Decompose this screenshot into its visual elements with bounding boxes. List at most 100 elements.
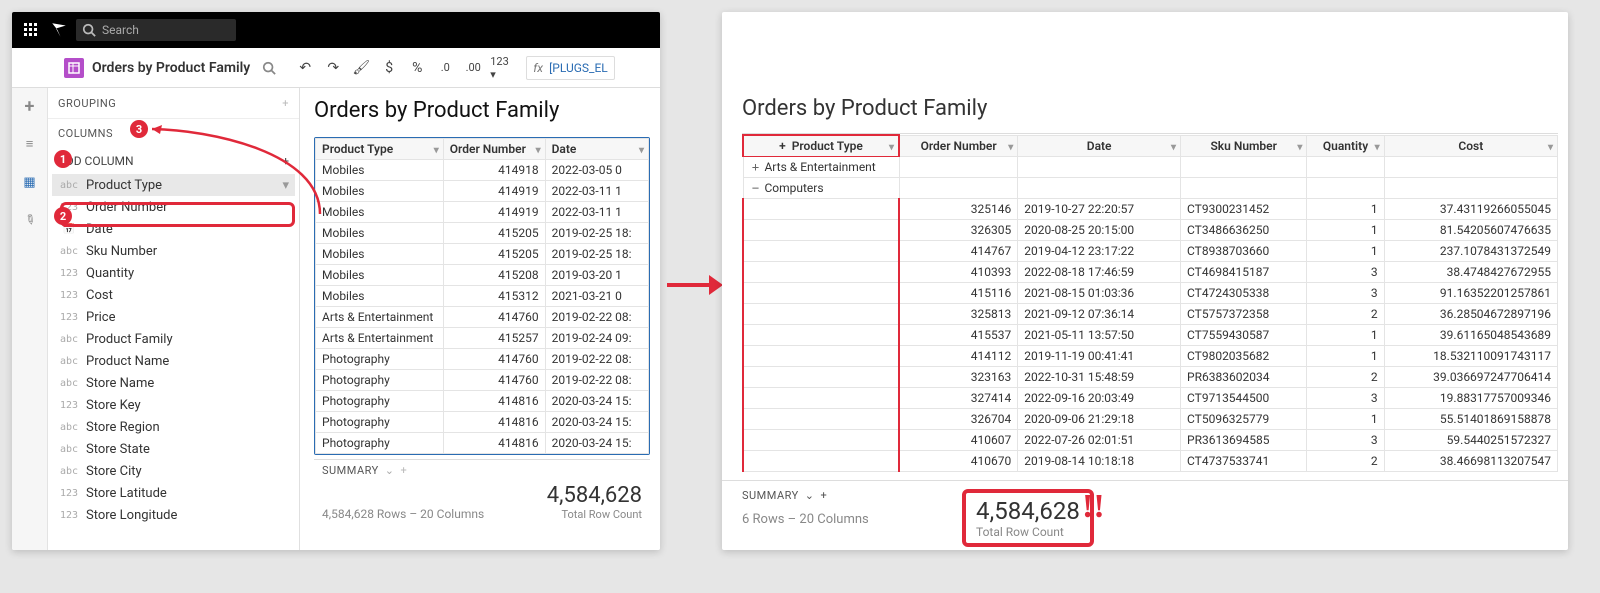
- cell[interactable]: CT7559430587: [1181, 325, 1307, 346]
- table-row[interactable]: Photography4148162020-03-24 15:: [316, 391, 649, 412]
- table-row[interactable]: 3274142022-09-16 20:03:49CT9713544500319…: [743, 388, 1558, 409]
- add-column-row[interactable]: ADD COLUMN +: [48, 148, 299, 174]
- cell[interactable]: 55.51401869158878: [1384, 409, 1557, 430]
- cell[interactable]: Mobiles: [316, 160, 444, 181]
- cell[interactable]: 18.532110091743117: [1384, 346, 1557, 367]
- percent-icon[interactable]: %: [406, 57, 428, 79]
- cell[interactable]: 1: [1307, 325, 1384, 346]
- add-grouping-icon[interactable]: +: [282, 97, 289, 110]
- cell[interactable]: 2019-02-22 08:: [545, 307, 648, 328]
- table-row[interactable]: Arts & Entertainment4147602019-02-22 08:: [316, 307, 649, 328]
- apps-grid-icon[interactable]: [20, 19, 42, 41]
- cell[interactable]: CT3486636250: [1181, 220, 1307, 241]
- cell[interactable]: 415312: [443, 286, 545, 307]
- cell[interactable]: 414112: [899, 346, 1018, 367]
- cell[interactable]: Mobiles: [316, 244, 444, 265]
- sheet-search-icon[interactable]: [258, 57, 280, 79]
- column-item[interactable]: 123Cost: [52, 284, 295, 306]
- cell[interactable]: 38.46698113207547: [1384, 451, 1557, 472]
- column-header[interactable]: Product Type▾: [316, 139, 444, 160]
- cell[interactable]: 2019-02-25 18:: [545, 223, 648, 244]
- cell[interactable]: 1: [1307, 199, 1384, 220]
- numberformat-icon[interactable]: 123 ▾: [490, 57, 512, 79]
- cell[interactable]: 415537: [899, 325, 1018, 346]
- table-row[interactable]: Mobiles4149192022-03-11 1: [316, 202, 649, 223]
- add-summary-icon[interactable]: +: [401, 464, 408, 477]
- table-row[interactable]: Photography4148162020-03-24 15:: [316, 412, 649, 433]
- column-item[interactable]: abcProduct Family: [52, 328, 295, 350]
- cell[interactable]: 327414: [899, 388, 1018, 409]
- cell[interactable]: CT9300231452: [1181, 199, 1307, 220]
- cell[interactable]: 2020-03-24 15:: [545, 433, 648, 454]
- column-item[interactable]: abcStore City: [52, 460, 295, 482]
- pin-icon[interactable]: ✎: [16, 206, 44, 234]
- cell[interactable]: CT5757372358: [1181, 304, 1307, 325]
- column-item[interactable]: 123Quantity: [52, 262, 295, 284]
- column-header[interactable]: Sku Number▾: [1181, 135, 1307, 157]
- undo-icon[interactable]: ↶: [294, 57, 316, 79]
- global-search[interactable]: Search: [76, 19, 236, 41]
- cell[interactable]: 2020-09-06 21:29:18: [1018, 409, 1181, 430]
- cell[interactable]: 3: [1307, 283, 1384, 304]
- cell[interactable]: Photography: [316, 349, 444, 370]
- table-row[interactable]: 4106072022-07-26 02:01:51PR3613694585359…: [743, 430, 1558, 451]
- cell[interactable]: 415205: [443, 244, 545, 265]
- cell[interactable]: 81.54205607476635: [1384, 220, 1557, 241]
- cell[interactable]: 39.036697247706414: [1384, 367, 1557, 388]
- dec-decimals-icon[interactable]: .0: [434, 57, 456, 79]
- table-row[interactable]: 4141122019-11-19 00:41:41CT9802035682118…: [743, 346, 1558, 367]
- cell[interactable]: 325146: [899, 199, 1018, 220]
- table-row[interactable]: Arts & Entertainment4152572019-02-24 09:: [316, 328, 649, 349]
- cell[interactable]: 415116: [899, 283, 1018, 304]
- column-item[interactable]: 123Store Latitude: [52, 482, 295, 504]
- cell[interactable]: Arts & Entertainment: [316, 328, 444, 349]
- cell[interactable]: 38.4748427672955: [1384, 262, 1557, 283]
- table-row[interactable]: 3263052020-08-25 20:15:00CT3486636250181…: [743, 220, 1558, 241]
- inc-decimals-icon[interactable]: .00: [462, 57, 484, 79]
- column-header[interactable]: Date▾: [545, 139, 648, 160]
- group-cell[interactable]: + Arts & Entertainment: [743, 157, 899, 178]
- cell[interactable]: 2022-07-26 02:01:51: [1018, 430, 1181, 451]
- cell[interactable]: CT4724305338: [1181, 283, 1307, 304]
- cell[interactable]: 2022-03-11 1: [545, 181, 648, 202]
- app-logo-icon[interactable]: [48, 19, 70, 41]
- cell[interactable]: Mobiles: [316, 286, 444, 307]
- cell[interactable]: 2019-02-22 08:: [545, 370, 648, 391]
- cell[interactable]: Mobiles: [316, 265, 444, 286]
- dollar-icon[interactable]: $: [378, 57, 400, 79]
- redo-icon[interactable]: ↷: [322, 57, 344, 79]
- table-row[interactable]: Mobiles4152082019-03-20 1: [316, 265, 649, 286]
- cell[interactable]: 3: [1307, 262, 1384, 283]
- chevron-down-icon[interactable]: ▾: [282, 178, 289, 193]
- table-row[interactable]: Mobiles4149192022-03-11 1: [316, 181, 649, 202]
- cell[interactable]: CT4698415187: [1181, 262, 1307, 283]
- cell[interactable]: 414816: [443, 433, 545, 454]
- table-row[interactable]: 3267042020-09-06 21:29:18CT5096325779155…: [743, 409, 1558, 430]
- cell[interactable]: Mobiles: [316, 202, 444, 223]
- table-row[interactable]: 4106702019-08-14 10:18:18CT4737533741238…: [743, 451, 1558, 472]
- table-row[interactable]: 4103932022-08-18 17:46:59CT4698415187338…: [743, 262, 1558, 283]
- cell[interactable]: 36.28504672897196: [1384, 304, 1557, 325]
- cell[interactable]: 415257: [443, 328, 545, 349]
- table-row[interactable]: Photography4148162020-03-24 15:: [316, 433, 649, 454]
- cell[interactable]: 414918: [443, 160, 545, 181]
- table-row[interactable]: 4151162021-08-15 01:03:36CT4724305338391…: [743, 283, 1558, 304]
- cell[interactable]: 410393: [899, 262, 1018, 283]
- cell[interactable]: 2021-09-12 07:36:14: [1018, 304, 1181, 325]
- cell[interactable]: 2019-03-20 1: [545, 265, 648, 286]
- column-item[interactable]: abcStore Region: [52, 416, 295, 438]
- cell[interactable]: CT9802035682: [1181, 346, 1307, 367]
- column-item[interactable]: abcProduct Name: [52, 350, 295, 372]
- cell[interactable]: PR6383602034: [1181, 367, 1307, 388]
- cell[interactable]: 326704: [899, 409, 1018, 430]
- cell[interactable]: 2: [1307, 304, 1384, 325]
- column-item[interactable]: 📅Date: [52, 218, 295, 240]
- cell[interactable]: 414816: [443, 412, 545, 433]
- column-item[interactable]: abcSku Number: [52, 240, 295, 262]
- cell[interactable]: 2019-08-14 10:18:18: [1018, 451, 1181, 472]
- cell[interactable]: 2022-03-11 1: [545, 202, 648, 223]
- cell[interactable]: 2: [1307, 451, 1384, 472]
- add-column-icon[interactable]: +: [282, 154, 289, 168]
- paint-icon[interactable]: 🖌: [350, 57, 372, 79]
- cell[interactable]: 2022-08-18 17:46:59: [1018, 262, 1181, 283]
